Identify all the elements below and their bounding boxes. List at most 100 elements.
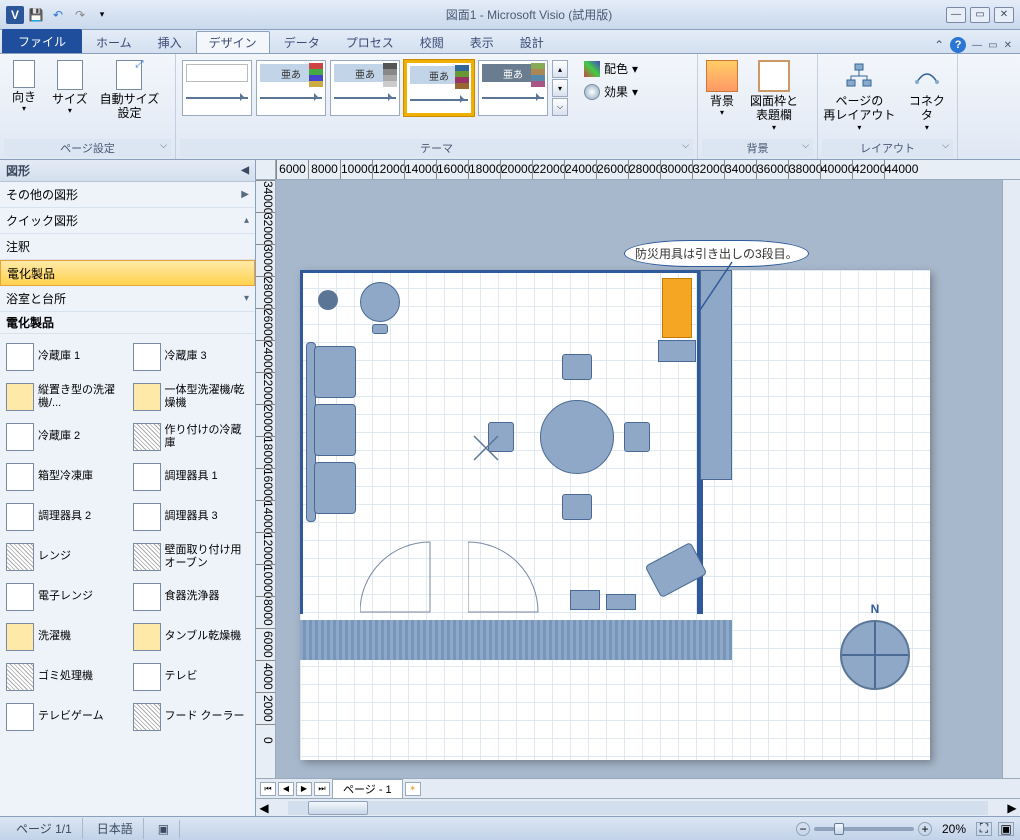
- tab-data[interactable]: データ: [272, 31, 332, 53]
- tab-review[interactable]: 校閲: [408, 31, 456, 53]
- page-tab[interactable]: ページ - 1: [332, 779, 403, 799]
- app-icon[interactable]: V: [6, 6, 24, 24]
- fullscreen-button[interactable]: ▣: [998, 822, 1014, 836]
- stencil-appliances[interactable]: 電化製品: [0, 260, 255, 286]
- tab-insert[interactable]: 挿入: [146, 31, 194, 53]
- minimize-button[interactable]: —: [946, 7, 966, 23]
- shape-stencil-item[interactable]: フード クーラー: [131, 698, 252, 736]
- shape-stencil-item[interactable]: レンジ: [4, 538, 125, 576]
- status-macro-icon[interactable]: ▣: [148, 820, 180, 838]
- zoom-level[interactable]: 20%: [936, 822, 972, 836]
- stencil-more-shapes[interactable]: その他の図形▶: [0, 182, 255, 208]
- undo-button[interactable]: ↶: [48, 5, 68, 25]
- scrollbar-thumb[interactable]: [308, 801, 368, 815]
- doc-close-icon[interactable]: ✕: [1004, 40, 1012, 51]
- autosize-button[interactable]: ⤢自動サイズ 設定: [96, 58, 164, 123]
- theme-option-selected[interactable]: 亜あ: [404, 60, 474, 116]
- theme-option[interactable]: 亜あ: [256, 60, 326, 116]
- theme-option[interactable]: 亜あ: [330, 60, 400, 116]
- save-button[interactable]: 💾: [26, 5, 46, 25]
- ribbon-minimize-icon[interactable]: ⌃: [934, 38, 944, 52]
- shape-stencil-item[interactable]: 箱型冷凍庫: [4, 458, 125, 496]
- gallery-up[interactable]: ▴: [552, 60, 568, 78]
- theme-gallery[interactable]: 亜あ 亜あ 亜あ 亜あ ▴ ▾ ⌵: [180, 58, 568, 118]
- file-tab[interactable]: ファイル: [2, 29, 82, 53]
- shape-stencil-item[interactable]: 冷蔵庫 2: [4, 418, 125, 456]
- tab-home[interactable]: ホーム: [84, 31, 144, 53]
- shape-box[interactable]: [606, 594, 636, 610]
- shapes-header[interactable]: 図形◀: [0, 160, 255, 182]
- tab-design[interactable]: デザイン: [196, 31, 270, 53]
- theme-option[interactable]: 亜あ: [478, 60, 548, 116]
- shape-stencil-item[interactable]: 電子レンジ: [4, 578, 125, 616]
- shape-stencil-item[interactable]: タンブル乾燥機: [131, 618, 252, 656]
- border-title-button[interactable]: 図面枠と 表題欄▾: [746, 58, 802, 134]
- shape-chair[interactable]: [372, 324, 388, 334]
- tab-view[interactable]: 表示: [458, 31, 506, 53]
- relayout-button[interactable]: ページの 再レイアウト▾: [822, 58, 897, 134]
- shape-counter[interactable]: [658, 340, 696, 362]
- drawing-page[interactable]: N: [300, 270, 930, 760]
- status-language[interactable]: 日本語: [87, 818, 144, 839]
- callout[interactable]: 防災用具は引き出しの3段目。: [624, 240, 809, 267]
- connectors-button[interactable]: コネクタ▾: [901, 58, 953, 134]
- zoom-slider[interactable]: [814, 827, 914, 831]
- shape-stencil-item[interactable]: 調理器具 2: [4, 498, 125, 536]
- shape-stencil-item[interactable]: 一体型洗濯機/乾燥機: [131, 378, 252, 416]
- redo-button[interactable]: ↷: [70, 5, 90, 25]
- gallery-down[interactable]: ▾: [552, 79, 568, 97]
- tab-add-page[interactable]: ✶: [405, 782, 421, 796]
- shape-stencil-item[interactable]: 洗濯機: [4, 618, 125, 656]
- zoom-in-button[interactable]: +: [918, 822, 932, 836]
- gallery-more[interactable]: ⌵: [552, 98, 568, 116]
- shape-stencil-item[interactable]: テレビゲーム: [4, 698, 125, 736]
- shape-round-table[interactable]: [360, 282, 400, 322]
- orientation-button[interactable]: 向き▾: [4, 58, 44, 116]
- status-page[interactable]: ページ 1/1: [6, 818, 83, 839]
- size-button[interactable]: サイズ▾: [48, 58, 92, 118]
- colors-button[interactable]: 配色 ▾: [580, 58, 642, 79]
- shape-stencil-item[interactable]: 作り付けの冷蔵庫: [131, 418, 252, 456]
- compass[interactable]: N: [840, 620, 910, 690]
- shape-stencil-item[interactable]: ゴミ処理機: [4, 658, 125, 696]
- shape-stencil-item[interactable]: 壁面取り付け用オーブン: [131, 538, 252, 576]
- wall-segment[interactable]: [700, 270, 732, 480]
- tab-nav-next[interactable]: ▶: [296, 782, 312, 796]
- stencil-quick-shapes[interactable]: クイック図形▴: [0, 208, 255, 234]
- doc-restore-icon[interactable]: ▭: [988, 40, 997, 51]
- tab-nav-prev[interactable]: ◀: [278, 782, 294, 796]
- theme-option[interactable]: [182, 60, 252, 116]
- maximize-button[interactable]: ▭: [970, 7, 990, 23]
- shape-sofa[interactable]: [306, 342, 356, 522]
- qat-customize[interactable]: ▾: [92, 5, 112, 25]
- tab-nav-last[interactable]: ⏭: [314, 782, 330, 796]
- scrollbar-vertical[interactable]: [1002, 180, 1020, 778]
- shape-stencil-item[interactable]: 調理器具 1: [131, 458, 252, 496]
- shape-stencil-item[interactable]: 冷蔵庫 3: [131, 338, 252, 376]
- drawing-canvas[interactable]: N 防災用具は引き出しの3段目。: [276, 180, 1020, 778]
- decoration-sun[interactable]: [306, 278, 350, 322]
- shape-stencil-item[interactable]: 縦置き型の洗濯機/...: [4, 378, 125, 416]
- effects-button[interactable]: 効果 ▾: [580, 81, 642, 102]
- shape-stencil-item[interactable]: 冷蔵庫 1: [4, 338, 125, 376]
- close-button[interactable]: ✕: [994, 7, 1014, 23]
- shape-stencil-item[interactable]: 食器洗浄器: [131, 578, 252, 616]
- stencil-bath-kitchen[interactable]: 浴室と台所▾: [0, 286, 255, 312]
- background-button[interactable]: 背景▾: [702, 58, 742, 120]
- shape-box[interactable]: [570, 590, 600, 610]
- shape-stencil-item[interactable]: 調理器具 3: [131, 498, 252, 536]
- marker-x[interactable]: [472, 434, 500, 462]
- zoom-out-button[interactable]: −: [796, 822, 810, 836]
- shape-stencil-item[interactable]: テレビ: [131, 658, 252, 696]
- tab-plan[interactable]: 設計: [508, 31, 556, 53]
- floor-pattern[interactable]: [300, 620, 732, 660]
- shape-chair[interactable]: [562, 354, 592, 380]
- shape-dining-table[interactable]: [540, 400, 614, 474]
- tab-process[interactable]: プロセス: [334, 31, 406, 53]
- shape-chair[interactable]: [562, 494, 592, 520]
- shape-chair[interactable]: [624, 422, 650, 452]
- fit-window-button[interactable]: ⛶: [976, 822, 992, 836]
- stencil-annotation[interactable]: 注釈: [0, 234, 255, 260]
- help-icon[interactable]: ?: [950, 37, 966, 53]
- shape-cabinet-highlighted[interactable]: [662, 278, 692, 338]
